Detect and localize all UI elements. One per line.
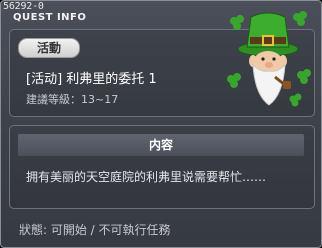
quest-id: 56292-0 [3,1,44,12]
window-title: QUEST INFO [13,12,87,23]
content-description: 拥有美丽的天空庭院的利弗里说需要帮忙…… [26,170,267,184]
quest-status: 狀態: 可開始 / 不可執行任務 [19,223,171,237]
content-header: 内容 [18,134,304,156]
quest-name: [活动] 利弗里的委托 1 [26,72,157,87]
leprechaun-npc-portrait [227,11,311,107]
recommended-level: 建議等級：13~17 [26,93,119,106]
event-badge: 活動 [18,38,80,58]
quest-content-panel: 内容 拥有美丽的天空庭院的利弗里说需要帮忙…… [9,125,315,209]
quest-info-window: 56292-0 QUEST INFO 活動 [活动] 利弗里的委托 1 建議等級… [0,0,322,248]
